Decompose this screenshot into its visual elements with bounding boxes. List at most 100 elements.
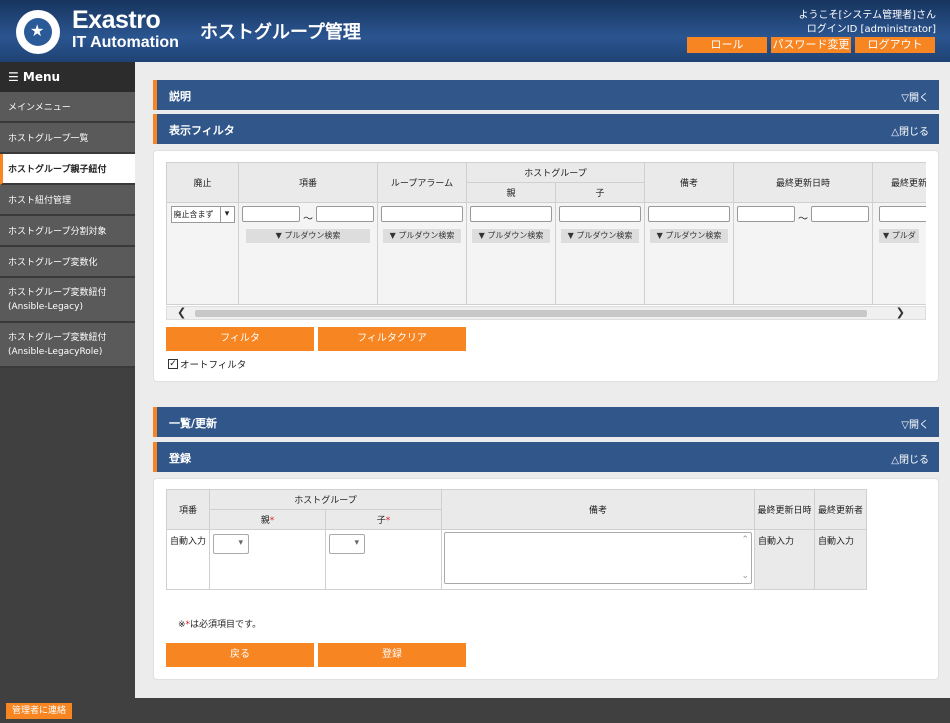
last-updated-to-input[interactable] — [811, 206, 870, 222]
scroll-right-icon[interactable]: ❯ — [896, 306, 905, 319]
back-button[interactable]: 戻る — [166, 643, 314, 667]
parent-select[interactable] — [213, 534, 249, 554]
reg-header-note: 備考 — [441, 489, 755, 530]
login-id-text: ログインID [administrator] — [806, 24, 936, 35]
sidebar-item-host-group-list[interactable]: ホストグループ一覧 — [0, 123, 135, 154]
col-header-item-no: 項番 — [238, 162, 378, 203]
note-prefix: ※ — [178, 620, 186, 630]
footer: 管理者に連絡 — [0, 698, 950, 723]
child-pulldown-button[interactable]: ▼ プルダウン検索 — [561, 229, 639, 243]
note-input[interactable] — [648, 206, 730, 222]
scroll-up-icon[interactable]: ⌃ — [741, 535, 749, 545]
last-updated-by-pulldown-button[interactable]: ▼ プルダ — [879, 229, 919, 243]
child-input[interactable] — [559, 206, 641, 222]
range-separator: ～ — [303, 214, 313, 225]
panel-toggle[interactable]: ▽開く — [901, 416, 929, 431]
sidebar-item-variable-legacyrole[interactable]: ホストグループ変数紐付 (Ansible-LegacyRole) — [0, 323, 135, 368]
col-header-child: 子 — [555, 182, 645, 203]
note-pulldown-button[interactable]: ▼ プルダウン検索 — [650, 229, 728, 243]
panel-title: 一覧/更新 — [169, 417, 218, 430]
scrollbar-thumb[interactable] — [195, 310, 867, 317]
auto-filter-option[interactable]: ✓ オートフィルタ — [168, 357, 246, 371]
sidebar-item-main-menu[interactable]: メインメニュー — [0, 92, 135, 123]
register-button[interactable]: 登録 — [318, 643, 466, 667]
sidebar-item-split-target[interactable]: ホストグループ分割対象 — [0, 216, 135, 247]
reg-header-last-updated: 最終更新日時 — [754, 489, 815, 530]
welcome-text: ようこそ[システム管理者]さん — [798, 10, 936, 21]
sidebar-item-host-link[interactable]: ホスト紐付管理 — [0, 185, 135, 216]
reg-item-no-cell: 自動入力 — [166, 529, 210, 590]
scroll-down-icon[interactable]: ⌄ — [741, 571, 749, 581]
reg-header-host-group: ホストグループ — [209, 489, 442, 510]
filter-table-wrap: 廃止 項番 ループアラーム ホストグループ 備考 最終更新日時 最終更新 親 子… — [166, 162, 926, 322]
col-header-last-updated-by: 最終更新 — [872, 162, 926, 203]
discard-select[interactable]: 廃止含まず ▾ — [170, 206, 235, 223]
sidebar-item-host-group-parent-child[interactable]: ホストグループ親子紐付 — [0, 154, 135, 185]
filter-horizontal-scrollbar[interactable]: ❮ ❯ — [166, 306, 926, 320]
contact-admin-button[interactable]: 管理者に連絡 — [6, 703, 73, 719]
list-panel-bar[interactable]: 一覧/更新 ▽開く — [153, 407, 939, 437]
description-panel-bar[interactable]: 説明 ▽開く — [153, 80, 939, 110]
logout-button[interactable]: ログアウト — [855, 37, 935, 53]
menu-header[interactable]: ☰ Menu — [0, 62, 135, 92]
reg-header-child: 子* — [325, 509, 442, 530]
item-no-pulldown-button[interactable]: ▼ プルダウン検索 — [246, 229, 370, 243]
sidebar-item-variable-legacy[interactable]: ホストグループ変数紐付 (Ansible-Legacy) — [0, 278, 135, 323]
logo-text-exastro: Exastro — [72, 6, 161, 34]
reg-header-parent: 親* — [209, 509, 326, 530]
logo-mark-icon — [16, 10, 60, 54]
scroll-left-icon[interactable]: ❮ — [177, 306, 186, 319]
note-suffix: は必須項目です。 — [190, 620, 262, 630]
register-table: 項番 ホストグループ 備考 最終更新日時 最終更新者 親* 子* 自動入力 ⌃ … — [166, 489, 867, 590]
sidebar-item-variable[interactable]: ホストグループ変数化 — [0, 247, 135, 278]
col-header-parent: 親 — [466, 182, 556, 203]
parent-input[interactable] — [470, 206, 552, 222]
loop-alarm-input[interactable] — [381, 206, 463, 222]
app-header: Exastro IT Automation ホストグループ管理 ようこそ[システ… — [0, 0, 950, 62]
child-label: 子 — [376, 516, 386, 526]
parent-label: 親 — [260, 516, 270, 526]
reg-header-last-updated-by: 最終更新者 — [814, 489, 867, 530]
page-title: ホストグループ管理 — [200, 22, 361, 43]
filter-clear-button[interactable]: フィルタクリア — [318, 327, 466, 351]
col-header-loop-alarm: ループアラーム — [377, 162, 467, 203]
role-button[interactable]: ロール — [687, 37, 767, 53]
filter-card: 廃止 項番 ループアラーム ホストグループ 備考 最終更新日時 最終更新 親 子… — [153, 150, 939, 382]
panel-toggle[interactable]: ▽開く — [901, 89, 929, 104]
sidebar: ☰ Menu メインメニュー ホストグループ一覧 ホストグループ親子紐付 ホスト… — [0, 62, 135, 698]
register-panel-bar[interactable]: 登録 △閉じる — [153, 442, 939, 472]
last-updated-by-input[interactable] — [879, 206, 926, 222]
col-header-last-updated: 最終更新日時 — [733, 162, 873, 203]
note-textarea[interactable]: ⌃ ⌄ — [444, 532, 752, 584]
change-password-button[interactable]: パスワード変更 — [771, 37, 851, 53]
col-header-note: 備考 — [644, 162, 734, 203]
chevron-down-icon: ▾ — [219, 207, 234, 222]
panel-toggle[interactable]: △閉じる — [891, 123, 929, 138]
reg-header-item-no: 項番 — [166, 489, 210, 530]
col-header-discard: 廃止 — [166, 162, 239, 203]
filter-button[interactable]: フィルタ — [166, 327, 314, 351]
range-separator: ～ — [798, 214, 808, 225]
required-mark: * — [269, 516, 275, 526]
logo-text-ita: IT Automation — [72, 34, 179, 51]
filter-table: 廃止 項番 ループアラーム ホストグループ 備考 最終更新日時 最終更新 親 子… — [166, 162, 926, 305]
item-no-from-input[interactable] — [241, 206, 300, 222]
reg-last-updated-cell: 自動入力 — [754, 529, 815, 590]
child-select[interactable] — [329, 534, 365, 554]
panel-toggle[interactable]: △閉じる — [891, 451, 929, 466]
last-updated-from-input[interactable] — [736, 206, 795, 222]
loop-alarm-pulldown-button[interactable]: ▼ プルダウン検索 — [383, 229, 461, 243]
auto-filter-label: オートフィルタ — [180, 360, 247, 371]
required-note: ※*は必須項目です。 — [178, 617, 261, 630]
exastro-logo: Exastro IT Automation — [14, 6, 184, 54]
panel-title: 登録 — [169, 452, 191, 465]
reg-last-updated-by-cell: 自動入力 — [814, 529, 867, 590]
filter-panel-bar[interactable]: 表示フィルタ △閉じる — [153, 114, 939, 144]
col-header-host-group: ホストグループ — [466, 162, 645, 183]
register-card: 項番 ホストグループ 備考 最終更新日時 最終更新者 親* 子* 自動入力 ⌃ … — [153, 478, 939, 680]
item-no-to-input[interactable] — [316, 206, 375, 222]
parent-pulldown-button[interactable]: ▼ プルダウン検索 — [472, 229, 550, 243]
panel-title: 説明 — [169, 90, 191, 103]
auto-filter-checkbox[interactable]: ✓ — [168, 359, 178, 369]
discard-select-value: 廃止含まず — [173, 210, 214, 219]
